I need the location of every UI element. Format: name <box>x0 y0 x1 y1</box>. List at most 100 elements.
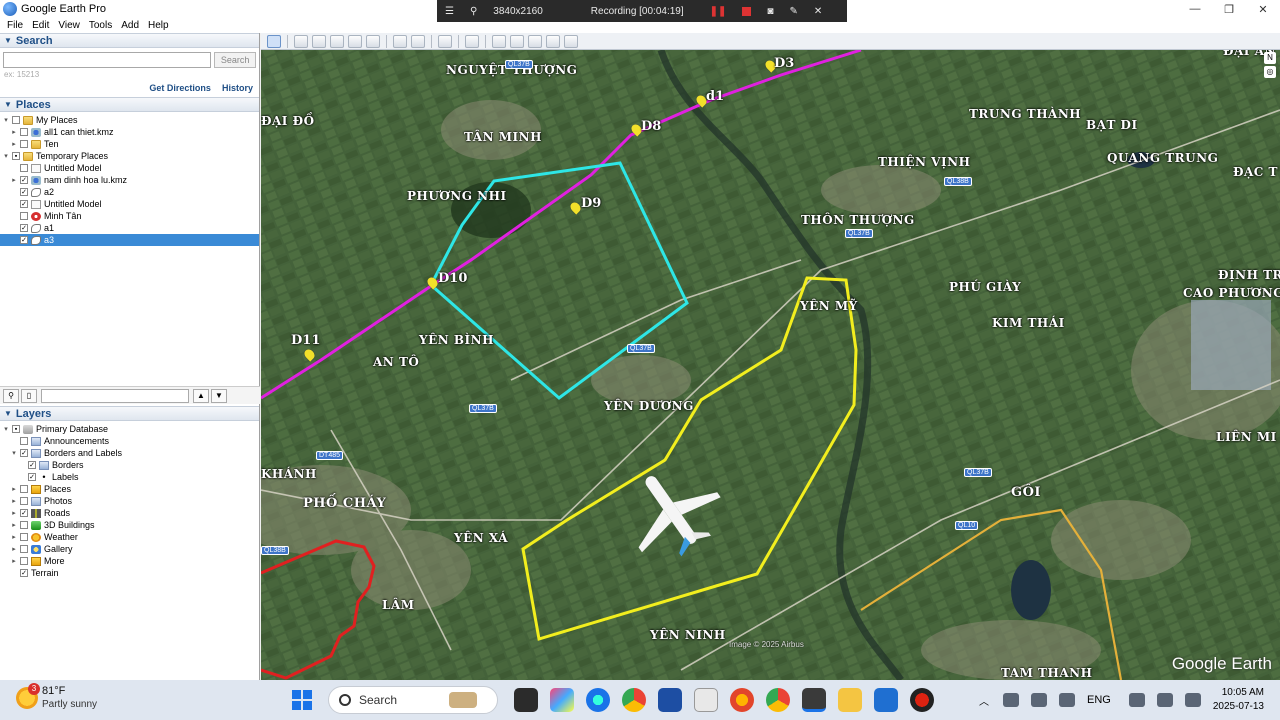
tree-item-a3[interactable]: ✓ a3 <box>0 234 259 246</box>
sidebar-toggle-icon[interactable] <box>267 34 281 48</box>
checkbox[interactable] <box>20 164 28 172</box>
checkbox[interactable] <box>20 437 28 445</box>
marker-label[interactable]: D3 <box>774 56 794 71</box>
collapse-icon[interactable]: ▾ <box>2 116 10 124</box>
tree-item-my-places[interactable]: ▾ My Places <box>0 114 259 126</box>
expand-icon[interactable]: ▸ <box>10 485 18 493</box>
map-view[interactable]: NGUYỆT THƯỢNG TÂN MINH PHƯƠNG NHI YÊN BÌ… <box>261 50 1280 680</box>
email-icon[interactable] <box>492 34 506 48</box>
copilot-icon[interactable] <box>550 688 574 712</box>
taskbar-search[interactable]: Search <box>328 686 498 714</box>
expand-icon[interactable]: ▸ <box>10 509 18 517</box>
planet-switch-icon[interactable] <box>438 34 452 48</box>
search-places-icon[interactable]: ⚲ <box>3 388 19 403</box>
checkbox[interactable] <box>12 116 20 124</box>
expand-icon[interactable]: ▸ <box>10 557 18 565</box>
edge-browser-icon[interactable] <box>586 688 610 712</box>
places-filter-input[interactable] <box>41 388 189 403</box>
checkbox[interactable] <box>20 545 28 553</box>
windows-start-icon[interactable] <box>292 690 312 710</box>
show-hidden-icons-chevron-icon[interactable]: ︿ <box>979 693 989 708</box>
layer-places[interactable]: ▸ Places <box>0 483 259 495</box>
history-link[interactable]: History <box>222 83 253 93</box>
checkbox[interactable] <box>20 521 28 529</box>
file-explorer-icon[interactable] <box>838 688 862 712</box>
battery-icon[interactable] <box>1184 693 1201 707</box>
menu-add[interactable]: Add <box>121 20 139 31</box>
checkbox[interactable]: ✓ <box>20 176 28 184</box>
checkbox[interactable] <box>20 485 28 493</box>
checkbox[interactable] <box>20 497 28 505</box>
tree-item-a1[interactable]: ✓ a1 <box>0 222 259 234</box>
checkbox[interactable] <box>20 557 28 565</box>
checkbox[interactable]: ▪ <box>12 152 20 160</box>
checkbox[interactable]: ✓ <box>20 188 28 196</box>
add-polygon-icon[interactable] <box>312 34 326 48</box>
get-directions-link[interactable]: Get Directions <box>149 83 211 93</box>
menu-edit[interactable]: Edit <box>32 20 49 31</box>
expand-icon[interactable]: ▸ <box>10 533 18 541</box>
clock[interactable]: 10:05 AM 2025-07-13 <box>1213 686 1264 714</box>
checkbox[interactable]: ✓ <box>20 509 28 517</box>
menu-file[interactable]: File <box>7 20 23 31</box>
expand-icon[interactable]: ▸ <box>10 140 18 148</box>
camera-icon[interactable]: ◙ <box>767 6 773 17</box>
earth-icon[interactable] <box>564 34 578 48</box>
pause-icon[interactable]: ❚❚ <box>710 6 727 17</box>
layer-photos[interactable]: ▸ Photos <box>0 495 259 507</box>
compass-icon[interactable]: N <box>1264 52 1276 64</box>
layer-more[interactable]: ▸ More <box>0 555 259 567</box>
close-icon[interactable]: ✕ <box>814 6 822 17</box>
places-panel-header[interactable]: ▼ Places <box>0 97 259 112</box>
historical-imagery-icon[interactable] <box>393 34 407 48</box>
menu-help[interactable]: Help <box>148 20 169 31</box>
tray-location-icon[interactable] <box>1059 693 1075 707</box>
pin-icon[interactable]: ⚲ <box>470 6 477 17</box>
tray-app-icon[interactable] <box>1003 693 1019 707</box>
volume-icon[interactable] <box>1156 693 1173 707</box>
checkbox[interactable] <box>20 140 28 148</box>
tree-item-model[interactable]: Untitled Model <box>0 162 259 174</box>
marker-label[interactable]: D8 <box>641 119 661 134</box>
sunlight-icon[interactable] <box>411 34 425 48</box>
google-earth-taskbar-icon[interactable] <box>802 688 826 712</box>
expand-icon[interactable]: ▸ <box>10 497 18 505</box>
checkbox[interactable] <box>20 212 28 220</box>
checkbox[interactable]: ✓ <box>20 224 28 232</box>
marker-label[interactable]: D11 <box>291 333 320 348</box>
layer-roads[interactable]: ▸ ✓ Roads <box>0 507 259 519</box>
collapse-icon[interactable]: ▾ <box>2 425 10 433</box>
look-icon[interactable]: ◎ <box>1264 66 1276 78</box>
layer-announcements[interactable]: Announcements <box>0 435 259 447</box>
tree-item-temporary-places[interactable]: ▾ ▪ Temporary Places <box>0 150 259 162</box>
app-grid-icon[interactable] <box>694 688 718 712</box>
menu-tools[interactable]: Tools <box>89 20 112 31</box>
firefox-icon[interactable] <box>730 688 754 712</box>
layer-weather[interactable]: ▸ Weather <box>0 531 259 543</box>
screen-recorder-icon[interactable] <box>910 688 934 712</box>
print-icon[interactable] <box>510 34 524 48</box>
menu-view[interactable]: View <box>58 20 80 31</box>
collapse-icon[interactable]: ▾ <box>2 152 10 160</box>
search-button[interactable]: Search <box>214 52 256 68</box>
layer-labels[interactable]: ✓ • Labels <box>0 471 259 483</box>
checkbox[interactable]: ✓ <box>28 461 36 469</box>
chrome-profile-icon[interactable] <box>766 688 790 712</box>
expand-icon[interactable]: ▸ <box>10 545 18 553</box>
photos-icon[interactable] <box>874 688 898 712</box>
pen-icon[interactable]: ✎ <box>789 6 797 17</box>
stop-icon[interactable] <box>742 6 752 16</box>
move-up-icon[interactable]: ▲ <box>193 388 209 403</box>
add-overlay-icon[interactable] <box>348 34 362 48</box>
panel-toggle-icon[interactable]: ▯ <box>21 388 37 403</box>
checkbox[interactable] <box>20 533 28 541</box>
tree-item-kmz[interactable]: ▸ ✓ nam dinh hoa lu.kmz <box>0 174 259 186</box>
chrome-icon[interactable] <box>622 688 646 712</box>
checkbox[interactable] <box>20 128 28 136</box>
minimize-button[interactable]: — <box>1178 0 1212 18</box>
layer-3d-buildings[interactable]: ▸ 3D Buildings <box>0 519 259 531</box>
checkbox[interactable]: ✓ <box>20 236 28 244</box>
record-tour-icon[interactable] <box>366 34 380 48</box>
search-panel-header[interactable]: ▼ Search <box>0 33 259 48</box>
save-image-icon[interactable] <box>528 34 542 48</box>
